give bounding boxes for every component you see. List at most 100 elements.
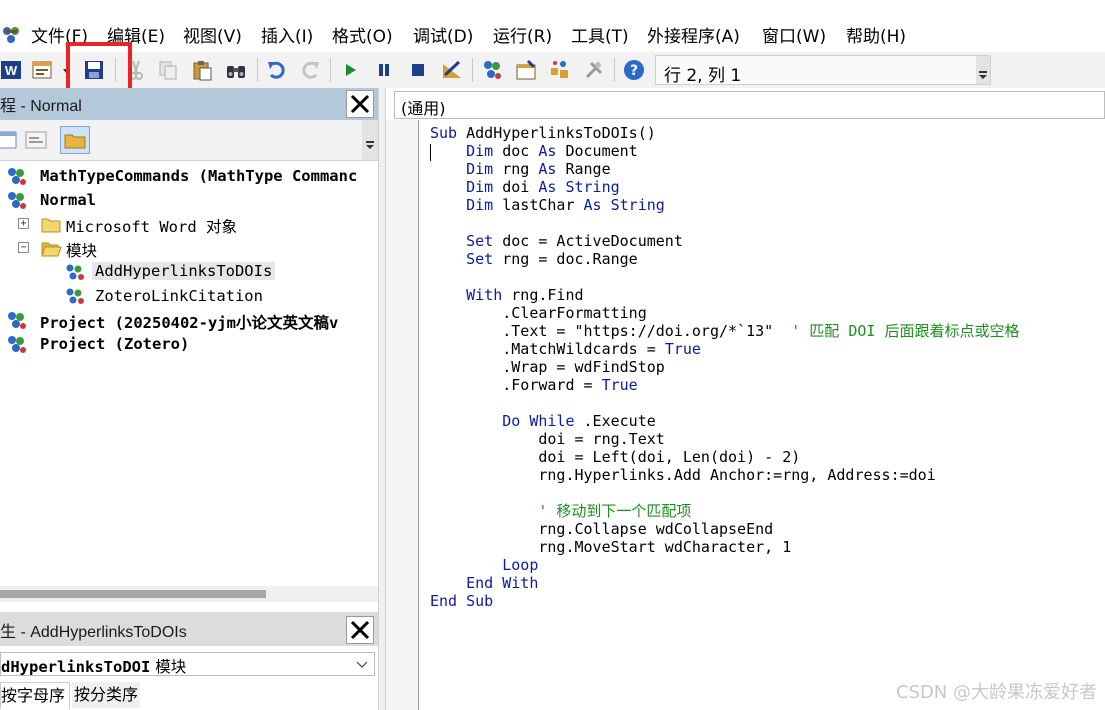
close-icon[interactable] [346,90,374,118]
properties-window-icon[interactable] [514,58,538,82]
code-keyword: End Sub [430,592,494,610]
find-icon[interactable] [224,58,248,82]
code-line[interactable]: End With [430,574,538,592]
code-line[interactable]: With rng.Find [430,286,583,304]
toggle-folders-icon[interactable] [60,126,90,154]
menu-view[interactable]: 视图(V) [183,22,242,47]
copy-icon[interactable] [156,58,180,82]
code-line[interactable]: .Wrap = wdFindStop [430,358,665,376]
code-line[interactable]: .Text = "https://doi.org/*`13" ' 匹配 DOI … [430,322,1019,340]
scrollbar-thumb[interactable] [0,590,266,598]
code-line[interactable]: ' 移动到下一个匹配项 [430,502,691,520]
tree-item-project-doc[interactable]: Project (20250402-yjm小论文英文稿v [0,309,378,332]
tree-label: Microsoft Word 对象 [66,218,237,236]
tab-alphabetic[interactable]: 按字母序 [0,682,71,709]
code-line[interactable]: Dim rng As Range [430,160,611,178]
code-line[interactable]: Set doc = ActiveDocument [430,232,683,250]
tab-categorized[interactable]: 按分类序 [72,682,141,708]
break-icon[interactable] [372,58,396,82]
redo-icon[interactable] [298,58,322,82]
tree-label: Project (Zotero) [40,335,190,353]
close-icon[interactable] [346,616,374,644]
menu-format[interactable]: 格式(O) [332,22,393,47]
tree-item-normal[interactable]: Normal [0,189,378,211]
view-code-icon[interactable] [0,128,18,152]
view-object-icon[interactable] [24,128,48,152]
toolbar-options-icon[interactable] [976,56,990,84]
code-keyword: Set [466,232,494,250]
toolbar-separator [330,58,331,82]
code-line[interactable]: .MatchWildcards = True [430,340,701,358]
module-icon [64,286,86,306]
code-line[interactable]: .Forward = True [430,376,637,394]
tree-item-word-objects[interactable]: + Microsoft Word 对象 [0,213,378,236]
toolbox-icon[interactable] [582,58,606,82]
code-line[interactable]: .ClearFormatting [430,304,647,322]
code-text: .Forward = [430,376,602,394]
project-horizontal-scrollbar[interactable] [0,586,378,602]
tree-item-zoterolinkcitation[interactable]: ZoteroLinkCitation [0,285,378,307]
menu-run[interactable]: 运行(R) [493,22,552,47]
code-text: doi [493,178,539,196]
project-explorer-title: 程 - Normal [0,98,82,115]
code-text: doc = ActiveDocument [493,232,683,250]
code-margin-indicator-bar[interactable] [386,120,419,710]
menu-tools[interactable]: 工具(T) [571,22,629,47]
code-line[interactable]: Loop [430,556,538,574]
vbe-app-icon [0,24,22,46]
properties-object-select[interactable]: dHyperlinksToDOI 模块 [0,652,375,676]
code-line[interactable]: doi = Left(doi, Len(doi) - 2) [430,448,800,466]
design-mode-icon[interactable] [440,58,464,82]
tree-item-project-zotero[interactable]: Project (Zotero) [0,333,378,355]
code-comment: ' 移动到下一个匹配项 [538,502,692,520]
code-line[interactable]: End Sub [430,592,493,610]
code-line[interactable]: Dim doi As String [430,178,620,196]
menu-debug[interactable]: 调试(D) [413,22,473,47]
object-dropdown-label: (通用) [401,99,446,118]
code-line[interactable]: Dim lastChar As String [430,196,665,214]
undo-icon[interactable] [265,58,289,82]
code-line[interactable]: Dim doc As Document [430,142,638,160]
code-text: rng.Hyperlinks.Add Anchor:=rng, Address:… [430,466,936,484]
code-text: .MatchWildcards = [430,340,665,358]
code-keyword: Dim [466,142,494,160]
word-icon[interactable]: W [0,58,24,82]
code-keyword: Loop [502,556,539,574]
code-line[interactable]: Set rng = doc.Range [430,250,638,268]
code-line[interactable]: doi = rng.Text [430,430,664,448]
object-dropdown[interactable]: (通用) [394,91,1105,119]
project-explorer-icon[interactable] [480,58,504,82]
pane-splitter[interactable] [378,88,386,710]
insert-userform-icon[interactable] [30,58,54,82]
toolbar-options-icon[interactable] [362,120,378,160]
expand-icon[interactable]: + [18,218,29,229]
code-text: rng.Collapse wdCollapseEnd [430,520,774,538]
paste-icon[interactable] [190,58,214,82]
code-line[interactable]: Do While .Execute [430,412,656,430]
code-line[interactable]: rng.Hyperlinks.Add Anchor:=rng, Address:… [430,466,936,484]
reset-icon[interactable] [406,58,430,82]
tree-item-modules[interactable]: − 模块 [0,237,378,260]
svg-text:W: W [5,63,18,78]
code-line[interactable]: Sub AddHyperlinksToDOIs() [430,124,656,142]
object-browser-icon[interactable] [548,58,572,82]
collapse-icon[interactable]: − [18,242,29,253]
menu-insert[interactable]: 插入(I) [261,22,313,47]
properties-title: 生 - AddHyperlinksToDOIs [0,624,187,641]
code-editor[interactable]: Sub AddHyperlinksToDOIs() Dim doc As Doc… [430,124,1105,710]
cursor-position-readout: 行 2, 列 1 [655,55,991,86]
help-icon[interactable]: ? [622,58,646,82]
code-line[interactable]: rng.MoveStart wdCharacter, 1 [430,538,791,556]
tree-item-mathtypecommands[interactable]: MathTypeCommands (MathType Commanc [0,165,378,187]
menu-addins[interactable]: 外接程序(A) [647,22,740,47]
code-keyword: As [583,196,602,214]
menu-help[interactable]: 帮助(H) [846,22,906,47]
toolbar-separator [472,58,473,82]
tree-item-addhyperlinkstodois[interactable]: AddHyperlinksToDOIs [0,261,378,283]
menu-window[interactable]: 窗口(W) [762,22,826,47]
code-line[interactable]: rng.Collapse wdCollapseEnd [430,520,773,538]
chevron-down-icon[interactable] [356,659,368,671]
run-icon[interactable] [338,58,362,82]
